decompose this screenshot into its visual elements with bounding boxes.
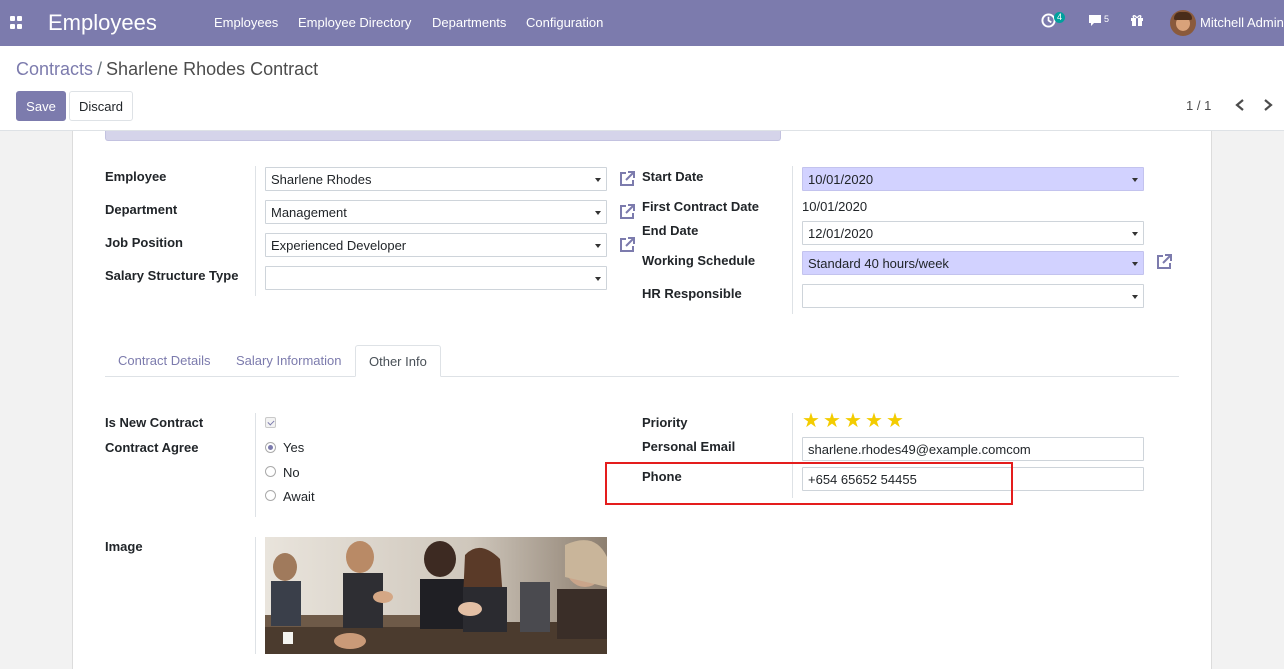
first-contract-date-label: First Contract Date — [642, 199, 760, 214]
personal-email-value: sharlene.rhodes49@example.comcom — [808, 442, 1031, 457]
activity-badge: 4 — [1054, 12, 1066, 23]
hr-responsible-field[interactable] — [802, 284, 1144, 308]
end-date-field[interactable]: 12/01/2020 — [802, 221, 1144, 245]
chevron-right-icon — [1264, 99, 1273, 111]
app-title[interactable]: Employees — [48, 10, 157, 36]
user-avatar[interactable] — [1170, 10, 1196, 36]
chevron-left-icon — [1235, 99, 1244, 111]
star-icon[interactable]: ★ — [844, 411, 862, 431]
contract-agree-yes-radio[interactable] — [265, 442, 276, 453]
breadcrumb-current: Sharlene Rhodes Contract — [106, 59, 319, 79]
start-date-label: Start Date — [642, 169, 704, 184]
tab-contract-details[interactable]: Contract Details — [105, 345, 223, 377]
control-panel: Contracts / Sharlene Rhodes Contract Save … — [0, 46, 1284, 131]
messages-badge: 5 — [1104, 14, 1110, 24]
chevron-down-icon — [595, 277, 601, 281]
working-schedule-external-link-icon[interactable] — [1155, 253, 1173, 271]
menu-departments[interactable]: Departments — [432, 15, 506, 30]
tab-salary-information[interactable]: Salary Information — [223, 345, 355, 377]
pager-next-button[interactable] — [1262, 98, 1274, 116]
chevron-down-icon — [595, 244, 601, 248]
contract-agree-no-radio[interactable] — [265, 466, 276, 477]
contract-agree-yes-label[interactable]: Yes — [283, 440, 304, 455]
pager-value[interactable]: 1 / 1 — [1186, 98, 1211, 113]
job-position-label: Job Position — [105, 235, 183, 250]
gift-button[interactable] — [1130, 13, 1144, 30]
menu-employee-directory[interactable]: Employee Directory — [298, 15, 411, 30]
salary-structure-field[interactable] — [265, 266, 607, 290]
hr-responsible-label: HR Responsible — [642, 286, 742, 301]
end-date-label: End Date — [642, 223, 699, 238]
working-schedule-label: Working Schedule — [642, 253, 756, 268]
chevron-down-icon — [1132, 262, 1138, 266]
image-label: Image — [105, 539, 143, 554]
top-navbar: Employees Employees Employee Directory D… — [0, 0, 1284, 46]
breadcrumb-separator: / — [97, 59, 103, 79]
status-strip — [105, 131, 781, 141]
contract-agree-await-radio[interactable] — [265, 490, 276, 501]
salary-structure-label: Salary Structure Type — [105, 268, 239, 283]
chevron-down-icon — [1132, 295, 1138, 299]
tab-other-info[interactable]: Other Info — [355, 345, 441, 377]
job-position-value: Experienced Developer — [271, 238, 407, 253]
activity-button[interactable]: 4 — [1041, 12, 1066, 31]
notebook-tabs: Contract Details Salary Information Othe… — [105, 345, 1179, 377]
first-contract-date-value: 10/01/2020 — [802, 199, 868, 214]
office-meeting-photo — [265, 537, 607, 654]
personal-email-field[interactable]: sharlene.rhodes49@example.comcom — [802, 437, 1144, 461]
is-new-contract-checkbox[interactable] — [265, 417, 276, 428]
image-separator — [255, 537, 256, 654]
end-date-value: 12/01/2020 — [808, 226, 874, 241]
contract-agree-no-label[interactable]: No — [283, 465, 300, 480]
right-group-separator — [792, 166, 793, 314]
chevron-down-icon — [1132, 178, 1138, 182]
department-value: Management — [271, 205, 347, 220]
breadcrumb: Contracts / Sharlene Rhodes Contract — [16, 59, 318, 80]
contract-agree-label: Contract Agree — [105, 440, 199, 455]
personal-email-label: Personal Email — [642, 439, 736, 454]
annotation-highlight-box — [605, 462, 1013, 505]
messages-button[interactable]: 5 — [1087, 13, 1109, 31]
other-info-left-separator — [255, 413, 256, 517]
menu-configuration[interactable]: Configuration — [526, 15, 603, 30]
employee-external-link-icon[interactable] — [618, 170, 636, 188]
chat-icon — [1089, 15, 1101, 26]
save-button[interactable]: Save — [16, 91, 66, 121]
employee-label: Employee — [105, 169, 167, 184]
star-icon[interactable]: ★ — [823, 411, 841, 431]
employee-field[interactable]: Sharlene Rhodes — [265, 167, 607, 191]
department-field[interactable]: Management — [265, 200, 607, 224]
is-new-contract-label: Is New Contract — [105, 415, 204, 430]
department-external-link-icon[interactable] — [618, 203, 636, 221]
chevron-down-icon — [1132, 232, 1138, 236]
user-name[interactable]: Mitchell Admin — [1200, 15, 1284, 30]
star-icon[interactable]: ★ — [886, 411, 904, 431]
form-sheet: Employee Department Job Position Salary … — [72, 131, 1212, 669]
chevron-down-icon — [595, 211, 601, 215]
menu-employees[interactable]: Employees — [214, 15, 278, 30]
breadcrumb-contracts-link[interactable]: Contracts — [16, 59, 93, 79]
gift-icon — [1131, 15, 1143, 26]
working-schedule-value: Standard 40 hours/week — [808, 256, 949, 271]
pager-prev-button[interactable] — [1234, 98, 1246, 116]
left-group-separator — [255, 166, 256, 296]
apps-grid-icon[interactable] — [10, 16, 23, 29]
contract-image[interactable] — [265, 537, 607, 654]
start-date-field[interactable]: 10/01/2020 — [802, 167, 1144, 191]
working-schedule-field[interactable]: Standard 40 hours/week — [802, 251, 1144, 275]
department-label: Department — [105, 202, 178, 217]
job-position-field[interactable]: Experienced Developer — [265, 233, 607, 257]
contract-agree-await-label[interactable]: Await — [283, 489, 315, 504]
chevron-down-icon — [595, 178, 601, 182]
employee-value: Sharlene Rhodes — [271, 172, 372, 187]
discard-button[interactable]: Discard — [69, 91, 133, 121]
star-icon[interactable]: ★ — [865, 411, 883, 431]
job-position-external-link-icon[interactable] — [618, 236, 636, 254]
priority-label: Priority — [642, 415, 688, 430]
start-date-value: 10/01/2020 — [808, 172, 874, 187]
star-icon[interactable]: ★ — [802, 411, 820, 431]
